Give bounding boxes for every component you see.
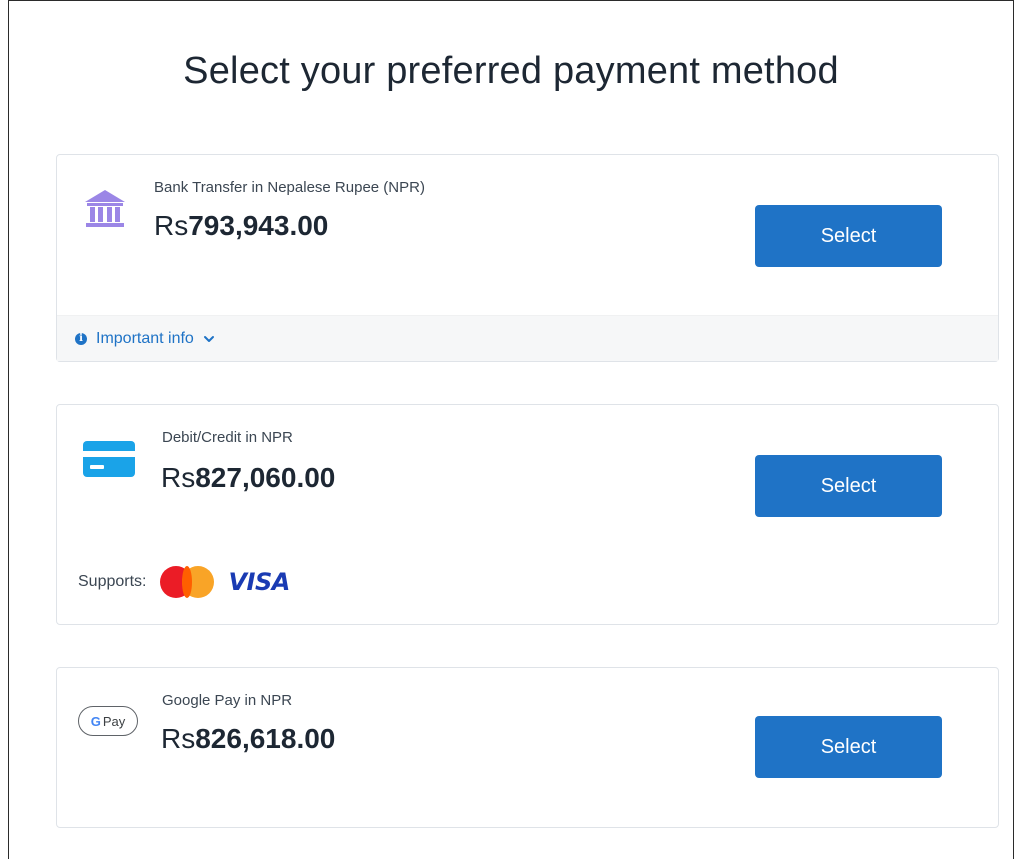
page-title: Select your preferred payment method <box>183 50 839 92</box>
select-google-pay-button[interactable]: Select <box>755 716 942 778</box>
pay-text: Pay <box>102 713 126 729</box>
price-amount: 793,943.00 <box>188 210 329 241</box>
debit-credit-label: Debit/Credit in NPR <box>162 429 293 446</box>
google-g-text: G <box>90 713 101 729</box>
debit-credit-price: Rs827,060.00 <box>161 462 335 494</box>
important-info-bar: i Important info <box>57 315 998 361</box>
bank-transfer-label: Bank Transfer in Nepalese Rupee (NPR) <box>154 179 425 196</box>
google-pay-icon: G Pay <box>78 706 138 736</box>
currency-symbol: Rs <box>154 210 189 241</box>
payment-option-bank-transfer: Bank Transfer in Nepalese Rupee (NPR) Rs… <box>56 154 999 362</box>
bank-transfer-price: Rs793,943.00 <box>154 210 328 242</box>
mastercard-logo-icon <box>160 565 215 599</box>
visa-logo-icon: VISA <box>228 568 290 596</box>
important-info-label: Important info <box>96 329 194 347</box>
google-pay-price: Rs826,618.00 <box>161 723 335 755</box>
supports-label: Supports: <box>78 573 147 590</box>
supported-cards: Supports: VISA <box>78 565 290 599</box>
credit-card-icon <box>83 441 135 482</box>
chevron-down-icon <box>203 335 214 342</box>
important-info-toggle[interactable]: i Important info <box>75 330 215 348</box>
price-amount: 827,060.00 <box>195 462 336 493</box>
currency-symbol: Rs <box>161 723 196 754</box>
info-icon: i <box>75 332 87 345</box>
payment-option-debit-credit: Debit/Credit in NPR Rs827,060.00 Select … <box>56 404 999 625</box>
select-debit-credit-button[interactable]: Select <box>755 455 942 517</box>
bank-icon <box>83 188 127 235</box>
price-amount: 826,618.00 <box>195 723 336 754</box>
google-pay-label: Google Pay in NPR <box>162 692 293 709</box>
select-bank-transfer-button[interactable]: Select <box>755 205 942 267</box>
currency-symbol: Rs <box>161 462 196 493</box>
payment-option-google-pay: G Pay Google Pay in NPR Rs826,618.00 Sele… <box>56 667 999 828</box>
